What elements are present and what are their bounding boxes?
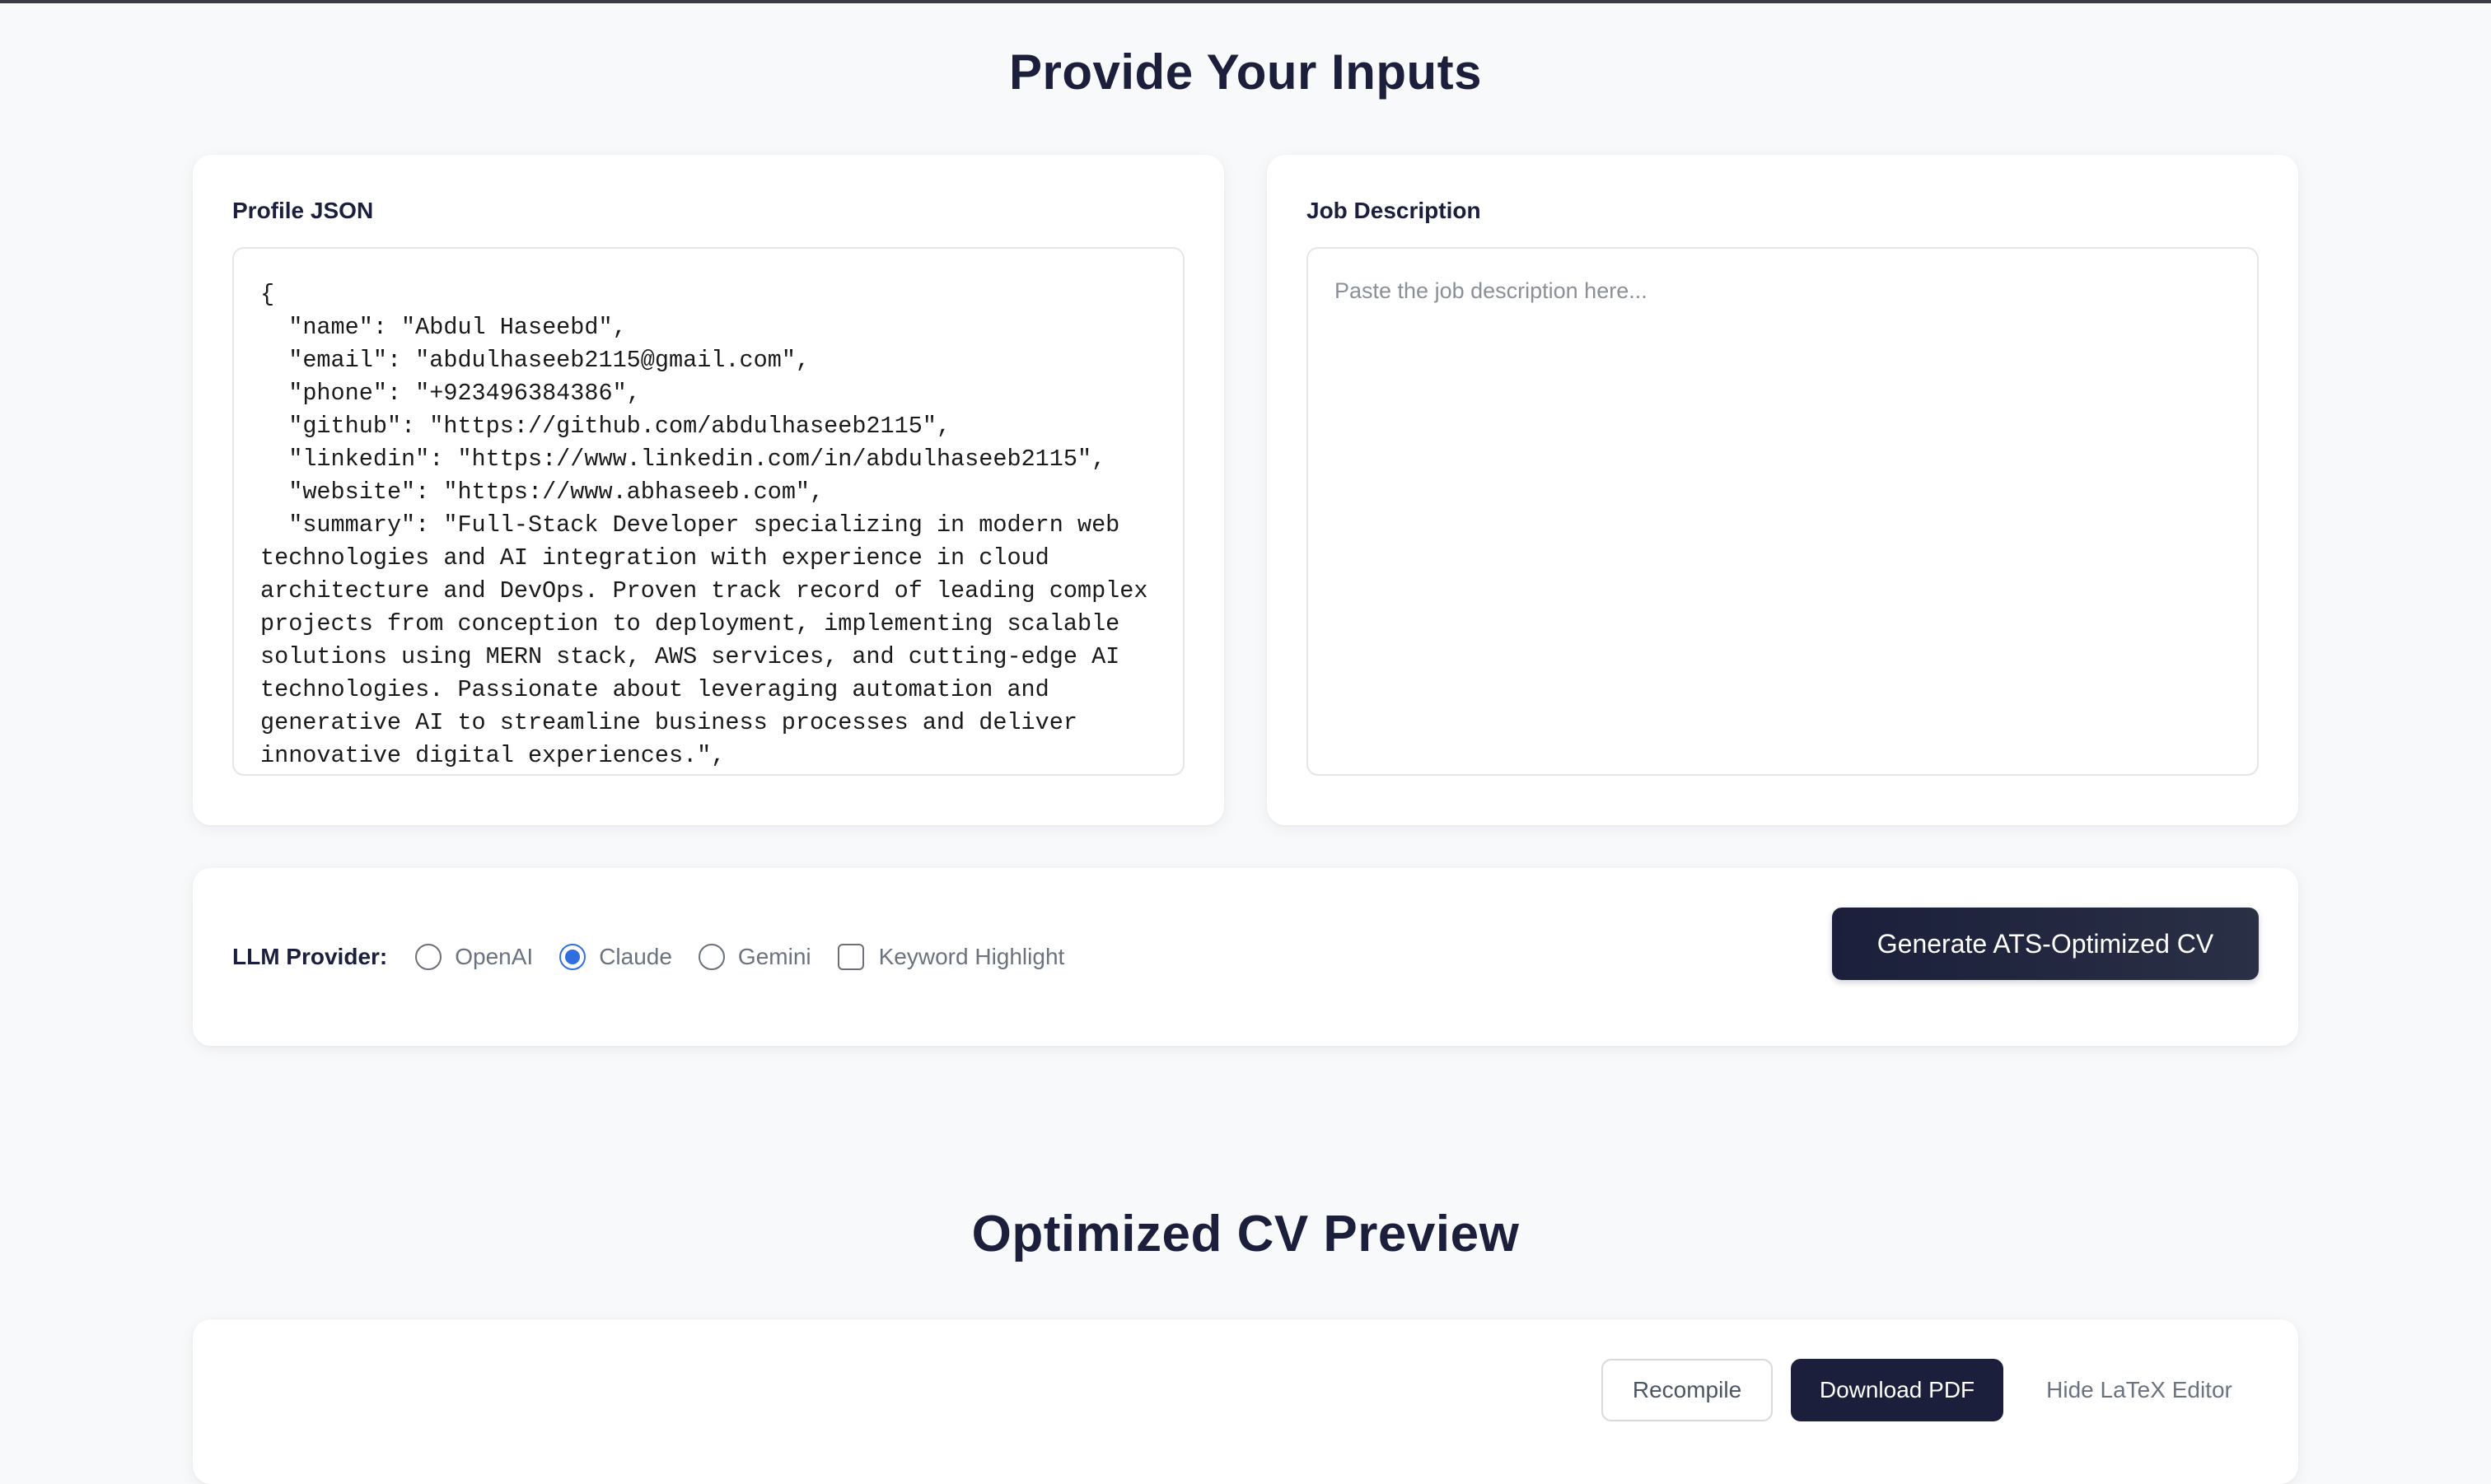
job-description-textarea[interactable]: Paste the job description here... (1306, 247, 2259, 776)
hide-latex-editor-button[interactable]: Hide LaTeX Editor (2020, 1359, 2259, 1421)
gemini-radio[interactable] (698, 944, 725, 970)
generate-cv-button[interactable]: Generate ATS-Optimized CV (1832, 908, 2259, 980)
profile-json-label: Profile JSON (232, 198, 374, 223)
top-divider (0, 0, 2491, 3)
job-description-label: Job Description (1306, 198, 1481, 223)
job-description-placeholder: Paste the job description here... (1334, 278, 1647, 303)
openai-radio-label[interactable]: OpenAI (455, 944, 533, 970)
gemini-radio-label[interactable]: Gemini (738, 944, 811, 970)
recompile-button[interactable]: Recompile (1601, 1359, 1773, 1421)
claude-radio[interactable] (559, 944, 587, 970)
keyword-highlight-checkbox[interactable] (837, 944, 864, 970)
preview-section-title: Optimized CV Preview (971, 1206, 1520, 1262)
generation-controls-card: LLM Provider: OpenAI Claude Gemini Keywo… (193, 868, 2298, 1046)
download-pdf-button[interactable]: Download PDF (1791, 1359, 2003, 1421)
keyword-highlight-label[interactable]: Keyword Highlight (879, 944, 1065, 970)
openai-radio[interactable] (415, 944, 442, 970)
inputs-section-title: Provide Your Inputs (1008, 44, 1483, 100)
profile-json-content: { "name": "Abdul Haseebd", "email": "abd… (260, 281, 1148, 769)
llm-provider-label: LLM Provider: (232, 944, 388, 969)
job-description-card: Job Description Paste the job descriptio… (1267, 155, 2298, 825)
profile-json-textarea[interactable]: { "name": "Abdul Haseebd", "email": "abd… (232, 247, 1185, 776)
provider-options-row: LLM Provider: OpenAI Claude Gemini Keywo… (232, 868, 1091, 1046)
cv-preview-card: Recompile Download PDF Hide LaTeX Editor (193, 1319, 2298, 1484)
profile-json-card: Profile JSON { "name": "Abdul Haseebd", … (193, 155, 1224, 825)
claude-radio-label[interactable]: Claude (599, 944, 672, 970)
